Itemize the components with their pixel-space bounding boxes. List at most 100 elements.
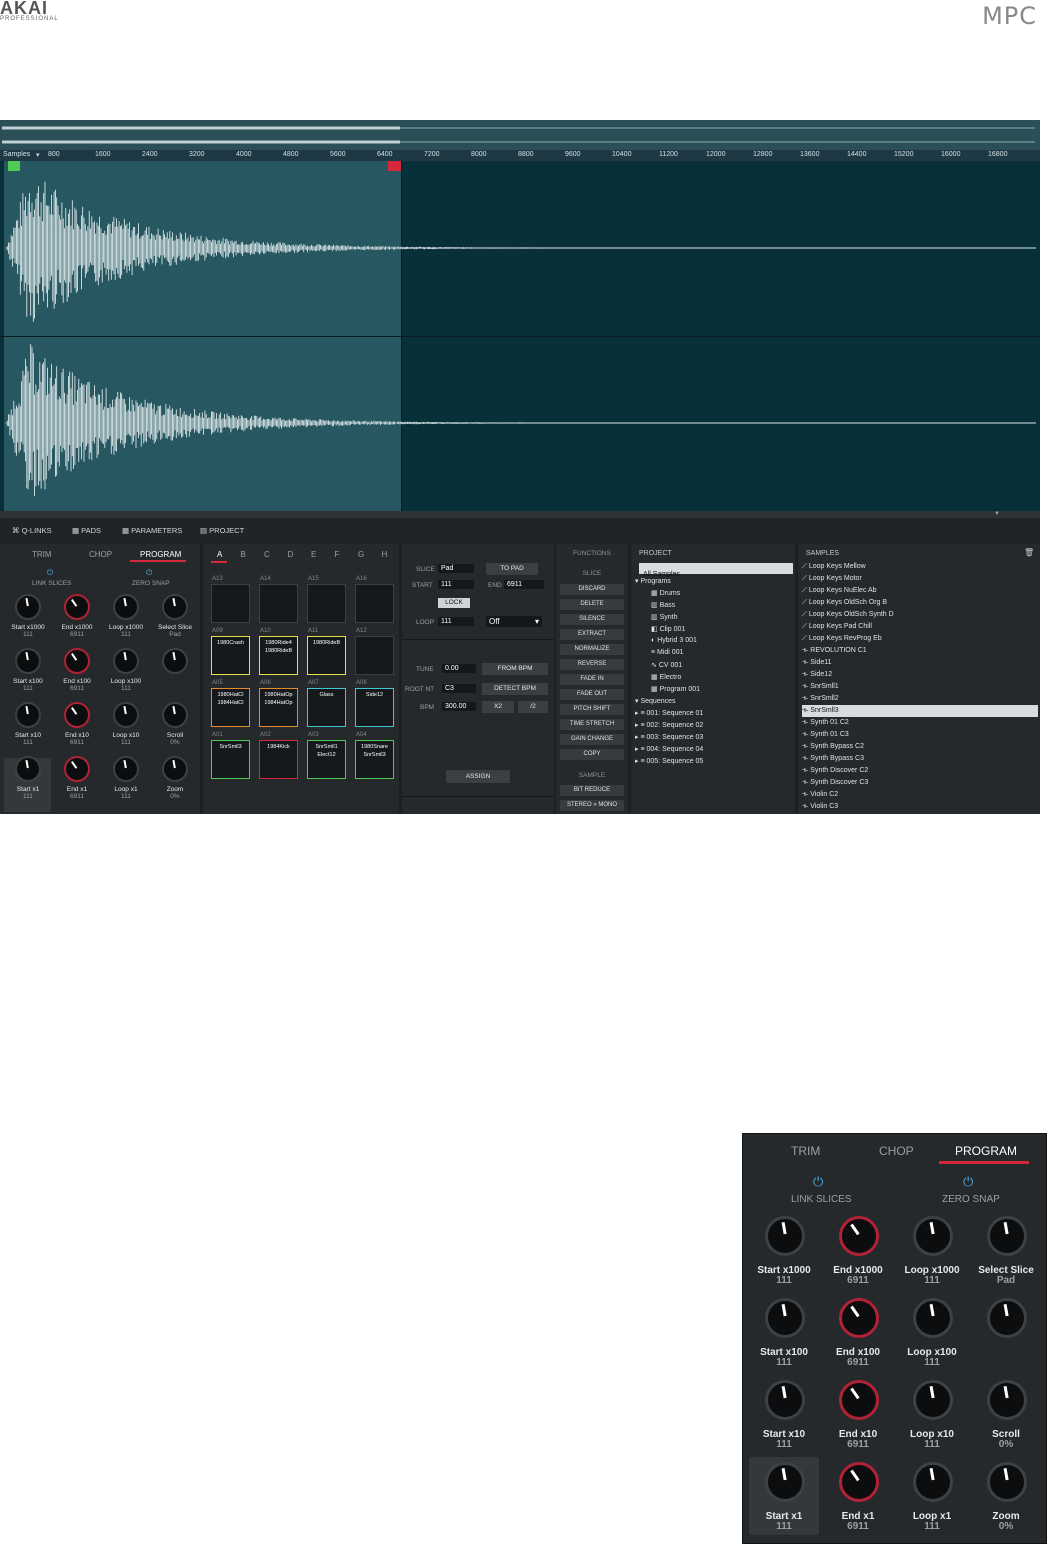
program-item[interactable]: ▦ Program 001 (651, 685, 700, 693)
from-bpm-button[interactable]: FROM BPM (482, 663, 548, 675)
root-note-field[interactable]: C3 (442, 684, 476, 693)
function-button[interactable]: NORMALIZE (560, 644, 624, 655)
qlink-knob[interactable] (839, 1298, 879, 1338)
waveform-display[interactable] (0, 161, 1040, 511)
function-button[interactable]: EXTRACT (560, 629, 624, 640)
qlink-knob[interactable] (113, 648, 139, 674)
tune-field[interactable]: 0.00 (442, 664, 476, 673)
qlink-knob[interactable] (839, 1216, 879, 1256)
qlink-knob[interactable] (913, 1380, 953, 1420)
pad-bank-tab[interactable]: F (335, 550, 340, 559)
sample-item[interactable]: ⟛ Violin C3 (802, 801, 1038, 813)
function-button[interactable]: GAIN CHANGE (560, 734, 624, 745)
pad-bank-tab[interactable]: H (382, 550, 388, 559)
tab-chop-zoomed[interactable]: CHOP (879, 1144, 914, 1158)
zero-snap-power-icon-zoomed[interactable]: ⏻ (963, 1174, 973, 1190)
waveform-overview[interactable] (0, 120, 1040, 150)
sample-item[interactable]: ⟛ Side11 (802, 657, 1038, 669)
sample-function-button[interactable]: STEREO » MONO (560, 800, 624, 811)
qlink-knob[interactable] (987, 1298, 1027, 1338)
sample-item[interactable]: ⟛ SnrSmll1 (802, 681, 1038, 693)
sample-item[interactable]: ⟛ Violin C2 (802, 789, 1038, 801)
pad[interactable]: A08 Side12 (355, 680, 394, 727)
qlink-knob[interactable] (839, 1380, 879, 1420)
horizontal-scrollbar[interactable]: ▼ (0, 511, 1040, 518)
sample-item[interactable]: ⟋ Loop Keys NuElec Ab (802, 585, 1038, 597)
qlink-knob[interactable] (765, 1462, 805, 1502)
tab-trim-zoomed[interactable]: TRIM (791, 1144, 820, 1158)
qlink-knob[interactable] (113, 594, 139, 620)
half-button[interactable]: /2 (518, 701, 548, 713)
tab-trim[interactable]: TRIM (32, 550, 52, 559)
qlink-knob[interactable] (64, 756, 90, 782)
slice-field[interactable]: Pad (438, 564, 474, 573)
pad[interactable]: A16 (355, 576, 394, 623)
qlink-knob[interactable] (162, 702, 188, 728)
qlink-knob[interactable] (765, 1298, 805, 1338)
program-item[interactable]: ≡ Midi 001 (651, 649, 684, 656)
pad[interactable]: A11 1980RideB (307, 628, 346, 675)
pad[interactable]: A10 1980Ride4 1980RideB (259, 628, 298, 675)
qlink-knob[interactable] (162, 594, 188, 620)
sample-item[interactable]: ⟛ Synth Bypass C3 (802, 753, 1038, 765)
all-samples-item[interactable]: All Samples (639, 563, 793, 578)
qlink-knob[interactable] (987, 1216, 1027, 1256)
tab-project[interactable]: ▤ PROJECT (200, 526, 244, 535)
pad[interactable]: A06 1980HatOp 1984HatOp (259, 680, 298, 727)
sample-item[interactable]: ⟋ Loop Keys OldSch Synth D (802, 609, 1038, 621)
pad[interactable]: A09 1980Crash (211, 628, 250, 675)
pad-bank-tab[interactable]: D (288, 550, 294, 559)
sample-item[interactable]: ⟛ Synth Discover C2 (802, 765, 1038, 777)
qlink-knob[interactable] (64, 648, 90, 674)
function-button[interactable]: FADE OUT (560, 689, 624, 700)
sequence-item[interactable]: ▸ ≡ 003: Sequence 03 (635, 733, 703, 741)
bpm-field[interactable]: 300.00 (442, 702, 476, 711)
program-item[interactable]: ∿ CV 001 (651, 661, 682, 669)
qlink-knob[interactable] (987, 1380, 1027, 1420)
assign-button[interactable]: ASSIGN (446, 770, 510, 783)
qlink-knob[interactable] (765, 1380, 805, 1420)
pad[interactable]: A05 1980HatCl 1984HatCl (211, 680, 250, 727)
program-item[interactable]: ▦ Drums (651, 589, 680, 597)
sequence-item[interactable]: ▸ ≡ 005: Sequence 05 (635, 757, 703, 765)
trash-icon[interactable]: 🗑 (1024, 548, 1034, 557)
x2-button[interactable]: X2 (482, 701, 514, 713)
program-item[interactable]: ▥ Bass (651, 601, 675, 609)
sample-function-button[interactable]: BIT REDUCE (560, 785, 624, 796)
sample-item[interactable]: ⟛ REVOLUTION C1 (802, 645, 1038, 657)
tab-parameters[interactable]: ▦ PARAMETERS (122, 526, 182, 535)
qlink-knob[interactable] (113, 702, 139, 728)
scroll-thumb-icon[interactable]: ▼ (994, 511, 1000, 517)
pad-bank-tab[interactable]: E (311, 550, 316, 559)
qlink-knob[interactable] (162, 756, 188, 782)
tab-qlinks[interactable]: ⌘ Q-LINKS (12, 526, 52, 535)
pad[interactable]: A02 1984Kick (259, 732, 298, 779)
sample-item[interactable]: ⟛ Side12 (802, 669, 1038, 681)
function-button[interactable]: PITCH SHIFT (560, 704, 624, 715)
link-slices-power-icon-zoomed[interactable]: ⏻ (813, 1174, 823, 1190)
qlink-knob[interactable] (162, 648, 188, 674)
tab-chop[interactable]: CHOP (89, 550, 112, 559)
function-button[interactable]: COPY (560, 749, 624, 760)
qlink-knob[interactable] (15, 702, 41, 728)
pad[interactable]: A15 (307, 576, 346, 623)
end-field[interactable]: 6911 (504, 580, 544, 589)
tab-pads[interactable]: ▦ PADS (72, 526, 101, 535)
sample-item[interactable]: ⟋ Loop Keys OldSch Org B (802, 597, 1038, 609)
to-pad-button[interactable]: TO PAD (486, 563, 538, 575)
start-field[interactable]: 111 (438, 580, 474, 589)
pad[interactable]: A12 (355, 628, 394, 675)
qlink-knob[interactable] (765, 1216, 805, 1256)
qlink-knob[interactable] (839, 1462, 879, 1502)
program-item[interactable]: ◧ Clip 001 (651, 625, 685, 633)
sample-item[interactable]: ⟋ Loop Keys Mellow (802, 561, 1038, 573)
sample-item[interactable]: ⟛ Synth 01 C3 (802, 729, 1038, 741)
sequence-item[interactable]: ▸ ≡ 001: Sequence 01 (635, 709, 703, 717)
sequence-item[interactable]: ▸ ≡ 002: Sequence 02 (635, 721, 703, 729)
function-button[interactable]: DISCARD (560, 584, 624, 595)
sample-item[interactable]: ⟛ SnrSmll3 (802, 705, 1038, 717)
link-slices-power-icon[interactable]: ⏻ (47, 568, 53, 578)
lock-button[interactable]: LOCK (438, 598, 470, 608)
sample-item[interactable]: ⟛ Synth 01 C2 (802, 717, 1038, 729)
pad-bank-tab[interactable]: B (241, 550, 246, 559)
